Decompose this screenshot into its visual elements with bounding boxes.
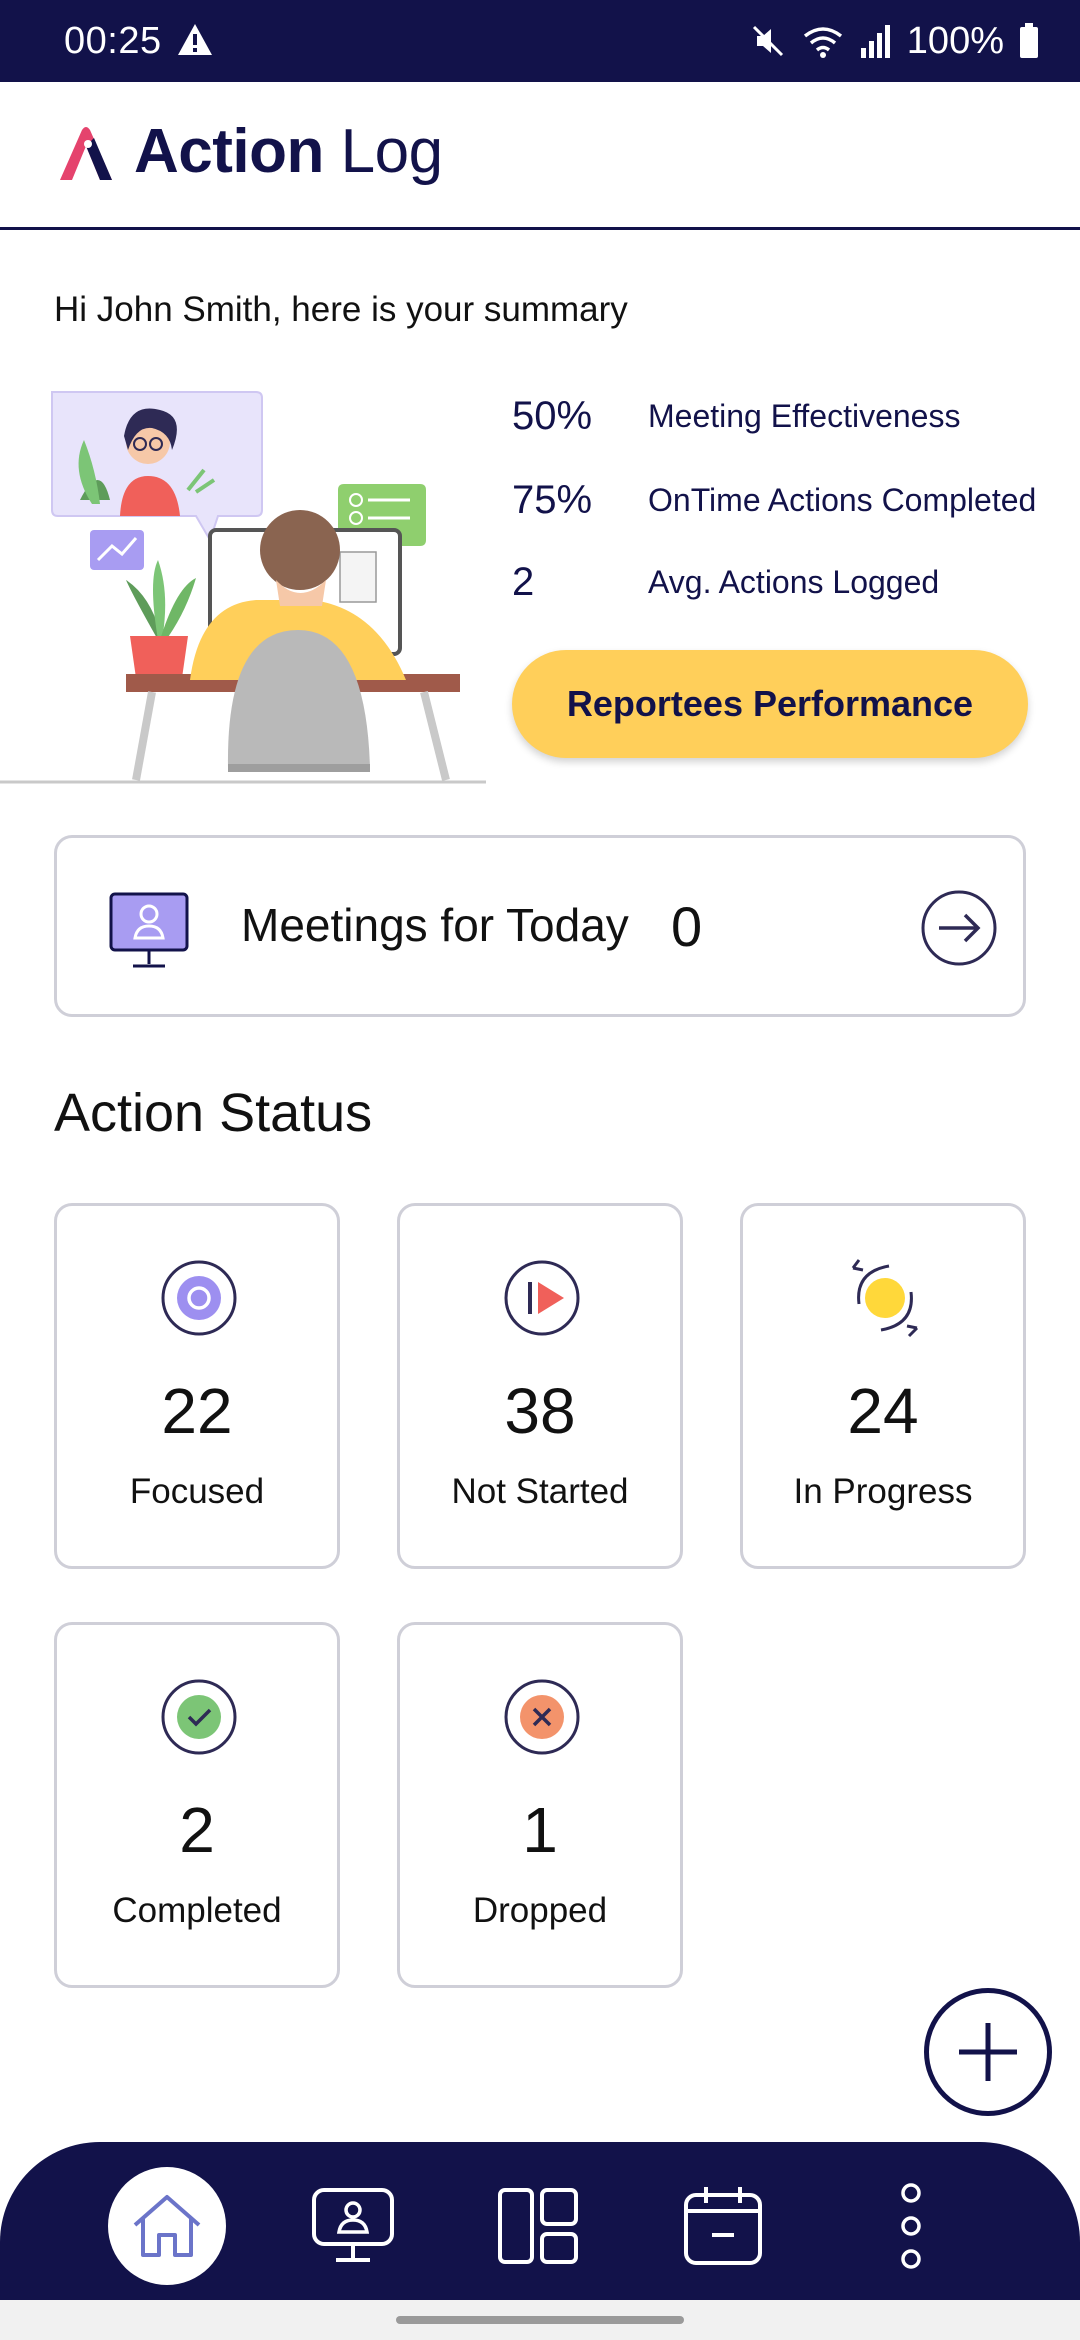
status-count: 22	[161, 1375, 233, 1447]
plus-icon	[959, 2023, 1017, 2081]
status-count: 38	[504, 1375, 576, 1447]
status-icons: 100%	[749, 18, 1040, 64]
more-icon	[901, 2183, 921, 2269]
summary-illustration	[0, 391, 486, 784]
status-label: In Progress	[793, 1472, 973, 1511]
meetings-label: Meetings for Today	[241, 899, 629, 951]
action-status-title: Action Status	[54, 1083, 373, 1143]
play-icon	[504, 1260, 580, 1336]
x-icon	[504, 1679, 580, 1755]
nav-meetings[interactable]	[293, 2166, 413, 2286]
status-count: 1	[522, 1794, 558, 1866]
status-bar: 00:25 100%	[0, 0, 1080, 82]
status-card-not-started[interactable]: 38 Not Started	[397, 1203, 683, 1569]
status-time: 00:25	[64, 20, 162, 62]
nav-dashboard[interactable]	[478, 2166, 598, 2286]
stat-value: 2	[512, 559, 535, 604]
dashboard-icon	[498, 2188, 578, 2264]
stat-value: 75%	[512, 477, 593, 522]
app-title-light: Log	[340, 117, 443, 186]
wifi-icon	[803, 27, 842, 58]
app-title-bold: Action	[134, 117, 324, 186]
target-icon	[161, 1260, 237, 1336]
stat-ontime-actions: 75% OnTime Actions Completed	[512, 470, 1072, 530]
status-count: 24	[847, 1375, 919, 1447]
status-label: Not Started	[451, 1472, 629, 1511]
nav-calendar[interactable]	[663, 2166, 783, 2286]
stat-avg-actions: 2 Avg. Actions Logged	[512, 552, 1072, 612]
meetings-icon	[312, 2188, 394, 2262]
battery-icon	[1020, 23, 1038, 58]
status-card-dropped[interactable]: 1 Dropped	[397, 1622, 683, 1988]
nav-home[interactable]	[107, 2166, 227, 2286]
arrow-right-icon[interactable]	[919, 888, 999, 968]
meeting-monitor-icon	[109, 892, 189, 968]
app-header: Action Log	[0, 82, 1080, 230]
nav-home-active-bg	[108, 2167, 226, 2285]
gesture-bar	[0, 2300, 1080, 2340]
stat-label: OnTime Actions Completed	[648, 481, 1037, 518]
bottom-navigation	[0, 2142, 1080, 2300]
status-label: Focused	[129, 1472, 265, 1511]
meetings-today-card[interactable]: Meetings for Today 0	[54, 835, 1026, 1017]
stat-value: 50%	[512, 393, 593, 438]
reportees-performance-button[interactable]: Reportees Performance	[512, 650, 1028, 758]
battery-percent: 100%	[906, 19, 1004, 62]
status-label: Completed	[112, 1891, 282, 1930]
action-log-logo-icon	[60, 127, 112, 180]
warning-icon	[178, 24, 212, 55]
greeting-text: Hi John Smith, here is your summary	[54, 290, 628, 329]
home-icon	[133, 2195, 201, 2257]
status-card-in-progress[interactable]: 24 In Progress	[740, 1203, 1026, 1569]
status-label: Dropped	[472, 1891, 608, 1930]
signal-icon	[860, 25, 890, 58]
status-count: 2	[179, 1794, 215, 1866]
stat-label: Avg. Actions Logged	[648, 563, 940, 600]
calendar-icon	[684, 2187, 762, 2265]
stat-meeting-effectiveness: 50% Meeting Effectiveness	[512, 386, 1072, 446]
check-icon	[161, 1679, 237, 1755]
status-card-completed[interactable]: 2 Completed	[54, 1622, 340, 1988]
refresh-icon	[851, 1259, 919, 1338]
meetings-count: 0	[671, 895, 703, 958]
stat-label: Meeting Effectiveness	[648, 397, 961, 434]
mute-icon	[752, 25, 783, 57]
add-action-button[interactable]	[924, 1988, 1052, 2116]
status-card-focused[interactable]: 22 Focused	[54, 1203, 340, 1569]
app-title: Action Log	[134, 116, 443, 187]
gesture-pill[interactable]	[396, 2316, 684, 2324]
nav-more[interactable]	[851, 2166, 971, 2286]
